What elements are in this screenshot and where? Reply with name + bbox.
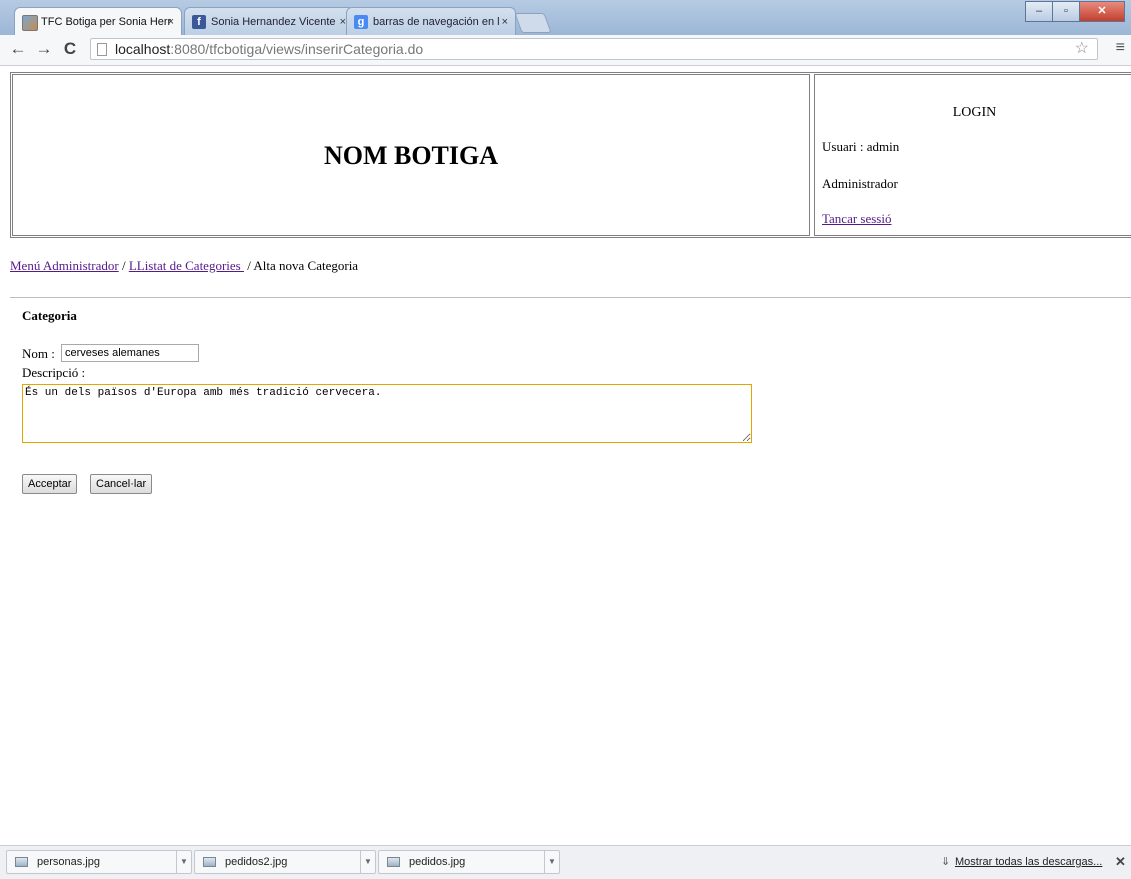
login-title: LOGIN <box>952 105 997 120</box>
close-icon[interactable]: ✕ <box>1115 854 1126 870</box>
tab-label: barras de navegación en l <box>373 16 500 28</box>
download-filename: personas.jpg <box>37 856 100 868</box>
minimize-icon[interactable]: – <box>1025 1 1053 22</box>
accept-button[interactable]: Acceptar <box>22 474 78 494</box>
chevron-down-icon[interactable]: ▼ <box>544 851 559 873</box>
image-file-icon <box>387 857 400 867</box>
breadcrumb-separator: / <box>243 258 254 273</box>
tab-label: TFC Botiga per Sonia Herr <box>41 16 171 28</box>
url-path: :8080/tfcbotiga/views/inserirCategoria.d… <box>170 41 424 57</box>
download-filename: pedidos2.jpg <box>225 856 288 868</box>
show-all-downloads-link[interactable]: Mostrar todas las descargas... <box>955 856 1102 868</box>
breadcrumb: Menú Administrador / LListat de Categori… <box>10 258 358 274</box>
image-icon <box>22 15 38 31</box>
login-cell: LOGIN Usuari : admin Administrador Tanca… <box>814 74 1131 236</box>
tab-label: Sonia Hernandez Vicente <box>211 16 336 28</box>
browser-toolbar: ← → C localhost:8080/tfcbotiga/views/ins… <box>0 35 1131 66</box>
breadcrumb-admin-menu[interactable]: Menú Administrador <box>10 258 119 273</box>
breadcrumb-category-list[interactable]: LListat de Categories <box>129 258 244 273</box>
close-tab-icon[interactable]: × <box>168 8 174 35</box>
close-tab-icon[interactable]: × <box>502 8 508 35</box>
page-content: NOM BOTIGA LOGIN Usuari : admin Administ… <box>0 66 1131 844</box>
description-label: Descripció : <box>22 365 86 380</box>
download-item[interactable]: personas.jpg ▼ <box>6 850 192 874</box>
shop-name-cell: NOM BOTIGA <box>12 74 810 236</box>
download-filename: pedidos.jpg <box>409 856 466 868</box>
breadcrumb-separator: / <box>118 258 129 273</box>
url-host: localhost <box>115 41 171 57</box>
tab-tfc-botiga[interactable]: TFC Botiga per Sonia Herr × <box>14 7 182 35</box>
maximize-icon[interactable]: ▫ <box>1052 1 1080 22</box>
chevron-down-icon[interactable]: ▼ <box>176 851 191 873</box>
form-title: Categoria <box>22 308 77 323</box>
description-textarea[interactable]: És un dels països d'Europa amb més tradi… <box>22 384 752 443</box>
download-item[interactable]: pedidos2.jpg ▼ <box>194 850 376 874</box>
logout-link[interactable]: Tancar sessió <box>822 211 891 227</box>
cancel-button[interactable]: Cancel·lar <box>90 474 153 494</box>
facebook-icon: f <box>192 15 206 29</box>
image-file-icon <box>203 857 216 867</box>
download-item[interactable]: pedidos.jpg ▼ <box>378 850 560 874</box>
tab-facebook[interactable]: f Sonia Hernandez Vicente × <box>184 7 354 35</box>
tab-google[interactable]: g barras de navegación en l × <box>346 7 516 35</box>
close-window-icon[interactable]: ✕ <box>1079 1 1125 22</box>
address-bar[interactable]: localhost:8080/tfcbotiga/views/inserirCa… <box>90 38 1098 60</box>
new-tab-button[interactable] <box>514 13 552 33</box>
nom-input[interactable] <box>61 344 199 362</box>
nom-label: Nom : <box>22 346 55 361</box>
header-table: NOM BOTIGA LOGIN Usuari : admin Administ… <box>10 72 1131 238</box>
url-text: localhost:8080/tfcbotiga/views/inserirCa… <box>115 39 423 59</box>
browser-titlebar: TFC Botiga per Sonia Herr × f Sonia Hern… <box>0 0 1131 35</box>
google-icon: g <box>354 15 368 29</box>
image-file-icon <box>15 857 28 867</box>
shop-name: NOM BOTIGA <box>323 141 499 170</box>
reload-icon[interactable]: C <box>60 38 80 60</box>
page-icon <box>97 43 107 56</box>
user-label: Usuari : admin <box>822 139 900 154</box>
divider <box>10 297 1131 298</box>
forward-arrow-icon[interactable]: → <box>34 38 54 60</box>
window-controls: – ▫ ✕ <box>1025 1 1125 22</box>
role-label: Administrador <box>822 176 898 191</box>
bookmark-star-icon[interactable]: ☆ <box>1075 39 1089 59</box>
back-arrow-icon[interactable]: ← <box>8 38 28 60</box>
menu-icon[interactable]: ≡ <box>1116 39 1125 57</box>
download-shelf: personas.jpg ▼ pedidos2.jpg ▼ pedidos.jp… <box>0 845 1131 879</box>
breadcrumb-current: Alta nova Categoria <box>253 258 359 273</box>
chevron-down-icon[interactable]: ▼ <box>360 851 375 873</box>
download-arrow-icon: ⇓ <box>941 856 951 868</box>
